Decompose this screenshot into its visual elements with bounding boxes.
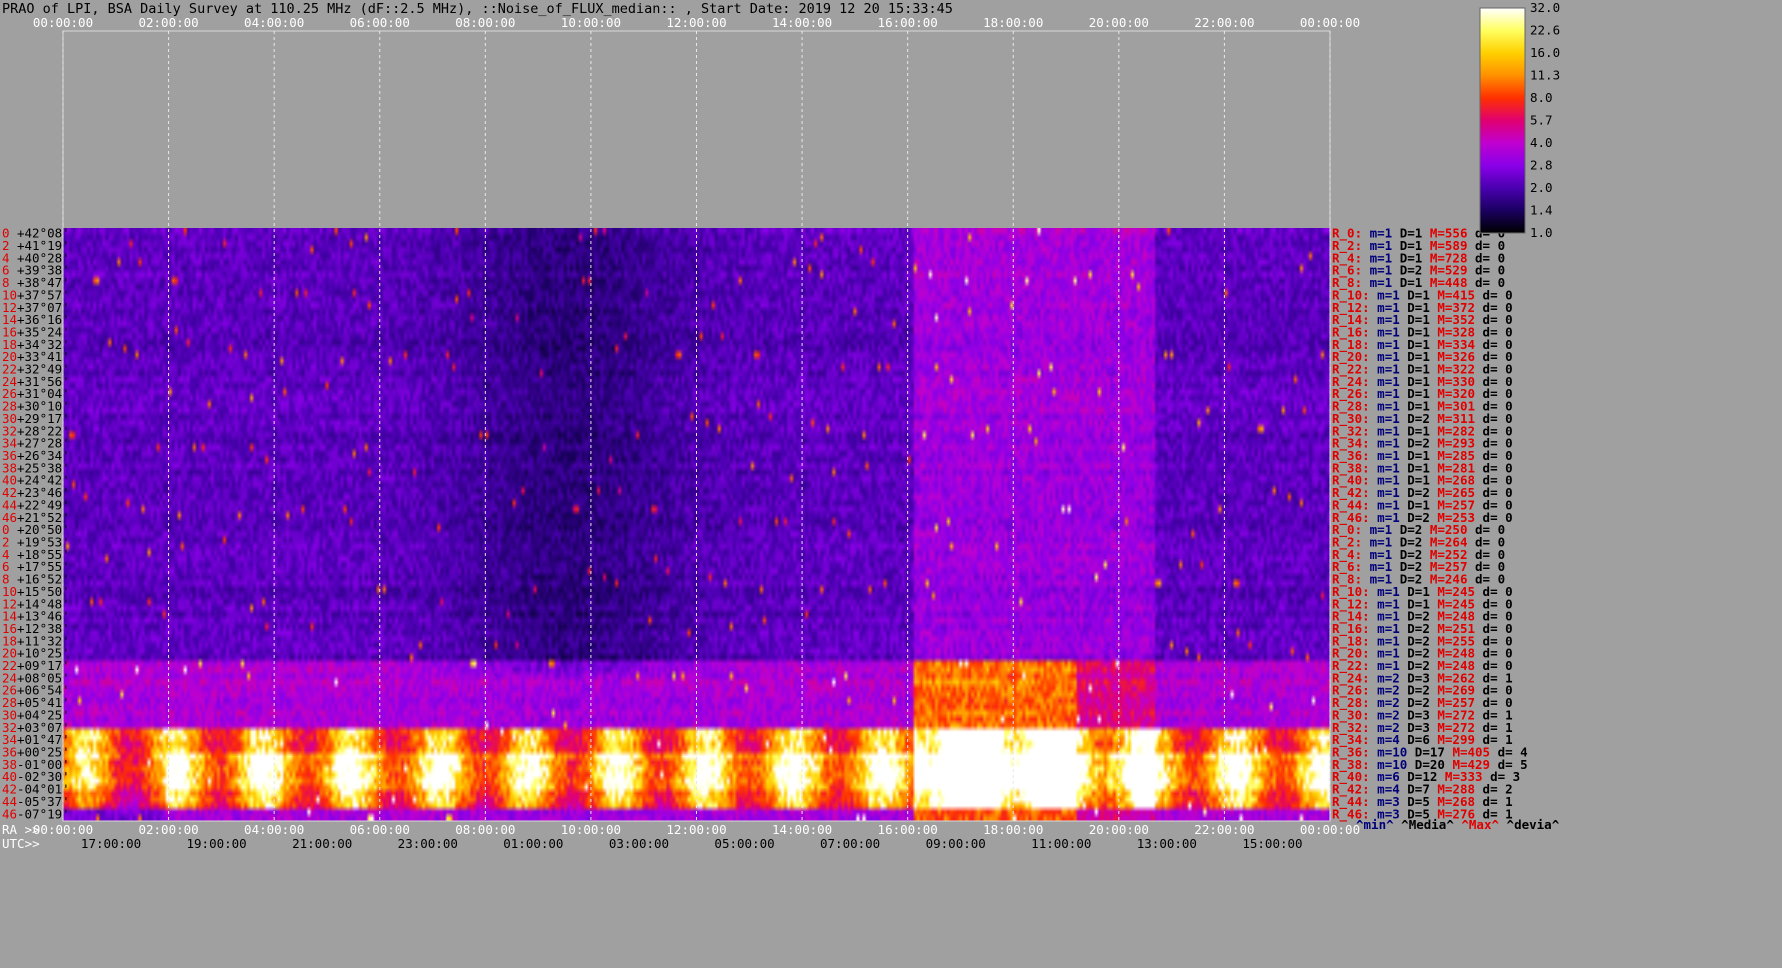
colorbar-tick: 8.0: [1530, 90, 1553, 105]
colorbar-tick: 2.8: [1530, 158, 1553, 173]
utc-axis-tick: 21:00:00: [292, 836, 352, 851]
footer-legend-devia: ^devia^: [1499, 817, 1560, 832]
top-axis-tick: 12:00:00: [666, 15, 726, 30]
footer-legend: ^min^ ^Media^ ^Max^ ^devia^: [1356, 817, 1560, 832]
ra-axis-tick: 14:00:00: [772, 822, 832, 837]
utc-axis-tick: 01:00:00: [503, 836, 563, 851]
ra-axis-tick: 04:00:00: [244, 822, 304, 837]
footer-legend-min: ^min^: [1356, 817, 1394, 832]
colorbar-tick: 1.0: [1530, 225, 1553, 240]
row-number: 46: [2, 806, 17, 821]
ra-axis-tick: 18:00:00: [983, 822, 1043, 837]
utc-axis-tick: 07:00:00: [820, 836, 880, 851]
ra-axis-tick: 22:00:00: [1194, 822, 1254, 837]
ra-axis-tick: 02:00:00: [138, 822, 198, 837]
ra-axis-tick: 08:00:00: [455, 822, 515, 837]
ra-axis-tick: 06:00:00: [350, 822, 410, 837]
colorbar-tick: 16.0: [1530, 45, 1560, 60]
top-axis-tick: 00:00:00: [1300, 15, 1360, 30]
top-axis-tick: 18:00:00: [983, 15, 1043, 30]
colorbar-tick: 22.6: [1530, 23, 1560, 38]
ra-axis-tick: 00:00:00: [1300, 822, 1360, 837]
top-axis-tick: 06:00:00: [350, 15, 410, 30]
top-axis-tick: 08:00:00: [455, 15, 515, 30]
ra-axis-tick: 20:00:00: [1089, 822, 1149, 837]
top-axis-tick: 20:00:00: [1089, 15, 1149, 30]
footer-legend-media: ^Media^: [1394, 817, 1455, 832]
colorbar-tick: 32.0: [1530, 0, 1560, 15]
ra-axis-tick: 12:00:00: [666, 822, 726, 837]
colorbar-tick: 2.0: [1530, 180, 1553, 195]
ra-axis-tick: 10:00:00: [561, 822, 621, 837]
top-axis-tick: 16:00:00: [878, 15, 938, 30]
ra-axis-tick: 00:00:00: [33, 822, 93, 837]
utc-axis-tick: 17:00:00: [81, 836, 141, 851]
survey-chart: 00:00:00 02:00:00 04:00:00 06:00:00 08:00:00…: [2, 0, 1560, 851]
utc-axis-tick: 03:00:00: [609, 836, 669, 851]
colorbar-tick: 5.7: [1530, 113, 1553, 128]
top-axis-tick: 14:00:00: [772, 15, 832, 30]
ra-axis-tick: 16:00:00: [878, 822, 938, 837]
footer-legend-max: ^Max^: [1454, 817, 1500, 832]
colorbar-tick: 11.3: [1530, 68, 1560, 83]
utc-axis-tick: 19:00:00: [187, 836, 247, 851]
utc-axis-tick: 05:00:00: [714, 836, 774, 851]
utc-axis-tick: 15:00:00: [1242, 836, 1302, 851]
colorbar-tick: 4.0: [1530, 135, 1553, 150]
top-axis-tick: 04:00:00: [244, 15, 304, 30]
top-axis-tick: 10:00:00: [561, 15, 621, 30]
top-axis-tick: 00:00:00: [33, 15, 93, 30]
dec-label: -07°19': [17, 806, 70, 821]
utc-axis-tick: 13:00:00: [1137, 836, 1197, 851]
utc-axis-label: UTC>>: [2, 836, 40, 851]
colorbar-tick: 1.4: [1530, 203, 1553, 218]
utc-axis-tick: 23:00:00: [398, 836, 458, 851]
utc-axis-tick: 11:00:00: [1031, 836, 1091, 851]
colorbar: [1479, 7, 1526, 234]
utc-axis-tick: 09:00:00: [926, 836, 986, 851]
top-axis-tick: 22:00:00: [1194, 15, 1254, 30]
top-axis-tick: 02:00:00: [138, 15, 198, 30]
